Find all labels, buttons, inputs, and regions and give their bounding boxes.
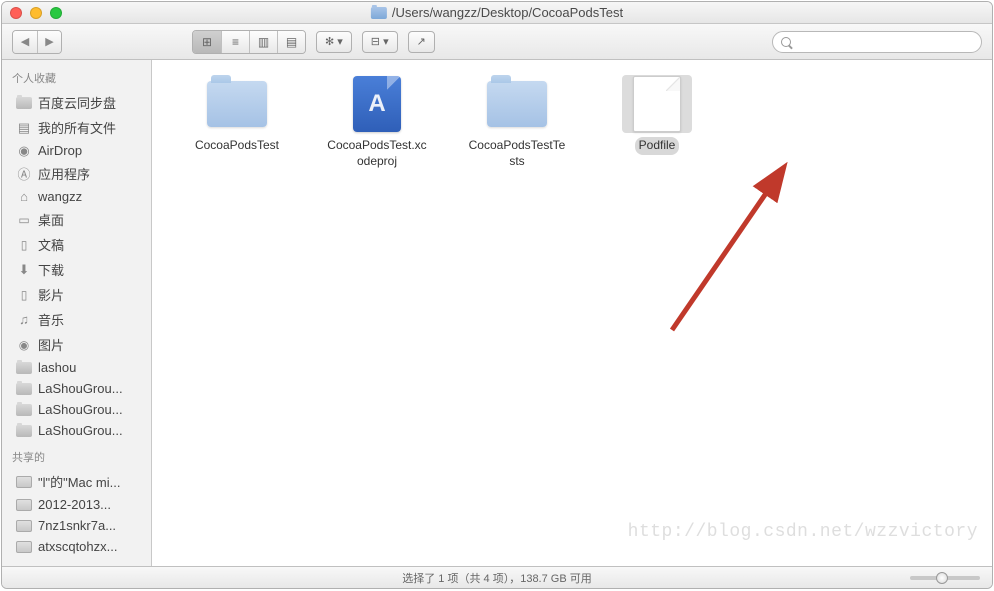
music-icon: ♫ (16, 313, 32, 327)
sidebar-item[interactable]: ⌂ wangzz (2, 186, 151, 207)
file-name-label: CocoaPodsTest (191, 137, 283, 155)
sidebar-item[interactable]: lashou (2, 357, 151, 378)
sidebar-heading-favorites: 个人收藏 (2, 66, 151, 90)
folder-icon (487, 81, 547, 127)
desktop-icon: ▭ (16, 213, 32, 227)
zoom-slider[interactable] (910, 576, 980, 580)
coverflow-view-button[interactable]: ▤ (277, 31, 305, 53)
forward-button[interactable]: ▶ (37, 31, 61, 53)
titlebar: /Users/wangzz/Desktop/CocoaPodsTest (2, 2, 992, 24)
sidebar-item-label: "l"的"Mac mi... (38, 472, 120, 491)
file-item[interactable]: CocoaPodsTest (182, 75, 292, 155)
folder-icon (207, 81, 267, 127)
minimize-window-button[interactable] (30, 7, 42, 19)
list-view-button[interactable]: ≡ (221, 31, 249, 53)
column-view-button[interactable]: ▥ (249, 31, 277, 53)
sidebar-item-label: 文稿 (38, 235, 64, 254)
file-name-label: CocoaPodsTestTests (462, 137, 572, 170)
document-icon (633, 76, 681, 132)
file-item[interactable]: A CocoaPodsTest.xcodeproj (322, 75, 432, 170)
disk-icon (16, 498, 32, 512)
folder-icon (16, 96, 32, 110)
home-icon: ⌂ (16, 190, 32, 204)
title-path: /Users/wangzz/Desktop/CocoaPodsTest (392, 5, 623, 20)
action-menu-button[interactable]: ✻ ▾ (316, 31, 352, 53)
sidebar-item-label: 百度云同步盘 (38, 93, 116, 112)
sidebar-item[interactable]: ▭ 桌面 (2, 207, 151, 232)
sidebar-item-label: 图片 (38, 335, 64, 354)
sidebar-item-label: 2012-2013... (38, 497, 111, 512)
sidebar-item[interactable]: LaShouGrou... (2, 378, 151, 399)
apps-icon: Ⓐ (16, 167, 32, 181)
toolbar: ◀ ▶ ⊞ ≡ ▥ ▤ ✻ ▾ ⊟ ▾ ↗ (2, 24, 992, 60)
sidebar-item-label: wangzz (38, 189, 82, 204)
file-name-label: CocoaPodsTest.xcodeproj (322, 137, 432, 170)
search-icon (781, 37, 791, 47)
sidebar: 个人收藏 百度云同步盘 ▤ 我的所有文件 ◉ AirDrop Ⓐ 应用程序 ⌂ wangzz ▭ 桌… (2, 60, 152, 566)
sidebar-item[interactable]: 7nz1snkr7a... (2, 515, 151, 536)
sidebar-item-label: 桌面 (38, 210, 64, 229)
sidebar-item-label: atxscqtohzx... (38, 539, 117, 554)
statusbar: 选择了 1 项（共 4 项），138.7 GB 可用 (2, 566, 992, 588)
sidebar-item-label: 7nz1snkr7a... (38, 518, 116, 533)
sidebar-item[interactable]: ▯ 文稿 (2, 232, 151, 257)
docs-icon: ▯ (16, 238, 32, 252)
folder-icon (371, 7, 387, 19)
downloads-icon: ⬇ (16, 263, 32, 277)
file-name-label: Podfile (635, 137, 680, 155)
sidebar-item[interactable]: ⬇ 下载 (2, 257, 151, 282)
icon-view-button[interactable]: ⊞ (193, 31, 221, 53)
arrange-menu-button[interactable]: ⊟ ▾ (362, 31, 398, 53)
search-input[interactable] (772, 31, 982, 53)
sidebar-item[interactable]: 百度云同步盘 (2, 90, 151, 115)
disk-icon (16, 519, 32, 533)
folder-icon (16, 424, 32, 438)
pictures-icon: ◉ (16, 338, 32, 352)
sidebar-item-label: LaShouGrou... (38, 402, 123, 417)
sidebar-item-label: LaShouGrou... (38, 381, 123, 396)
sidebar-item[interactable]: Ⓐ 应用程序 (2, 161, 151, 186)
sidebar-item[interactable]: LaShouGrou... (2, 399, 151, 420)
sidebar-item-label: 音乐 (38, 310, 64, 329)
disk-icon (16, 475, 32, 489)
folder-icon (16, 361, 32, 375)
sidebar-item-label: 影片 (38, 285, 64, 304)
file-item[interactable]: Podfile (602, 75, 712, 155)
sidebar-item-label: 应用程序 (38, 164, 90, 183)
sidebar-item-label: 我的所有文件 (38, 118, 116, 137)
back-button[interactable]: ◀ (13, 31, 37, 53)
sidebar-item[interactable]: ▤ 我的所有文件 (2, 115, 151, 140)
xcodeproj-icon: A (353, 76, 401, 132)
sidebar-item[interactable]: ◉ 图片 (2, 332, 151, 357)
sidebar-heading-shared: 共享的 (2, 445, 151, 469)
zoom-window-button[interactable] (50, 7, 62, 19)
sidebar-item-label: 下载 (38, 260, 64, 279)
sidebar-item-label: lashou (38, 360, 76, 375)
folder-icon (16, 403, 32, 417)
sidebar-item[interactable]: LaShouGrou... (2, 420, 151, 441)
sidebar-item[interactable]: 2012-2013... (2, 494, 151, 515)
sidebar-item[interactable]: ♫ 音乐 (2, 307, 151, 332)
folder-icon (16, 382, 32, 396)
sidebar-item[interactable]: atxscqtohzx... (2, 536, 151, 557)
airdrop-icon: ◉ (16, 144, 32, 158)
movies-icon: ▯ (16, 288, 32, 302)
watermark-text: http://blog.csdn.net/wzzvictory (628, 522, 978, 542)
disk-icon (16, 540, 32, 554)
sidebar-item[interactable]: ▯ 影片 (2, 282, 151, 307)
share-button[interactable]: ↗ (408, 31, 435, 53)
window-title: /Users/wangzz/Desktop/CocoaPodsTest (371, 5, 623, 20)
file-area[interactable]: CocoaPodsTest A CocoaPodsTest.xcodeproj Coc… (152, 60, 992, 566)
files-icon: ▤ (16, 121, 32, 135)
sidebar-item-label: LaShouGrou... (38, 423, 123, 438)
file-item[interactable]: CocoaPodsTestTests (462, 75, 572, 170)
close-window-button[interactable] (10, 7, 22, 19)
sidebar-item[interactable]: "l"的"Mac mi... (2, 469, 151, 494)
sidebar-item[interactable]: ◉ AirDrop (2, 140, 151, 161)
sidebar-item-label: AirDrop (38, 143, 82, 158)
status-text: 选择了 1 项（共 4 项），138.7 GB 可用 (402, 570, 592, 586)
